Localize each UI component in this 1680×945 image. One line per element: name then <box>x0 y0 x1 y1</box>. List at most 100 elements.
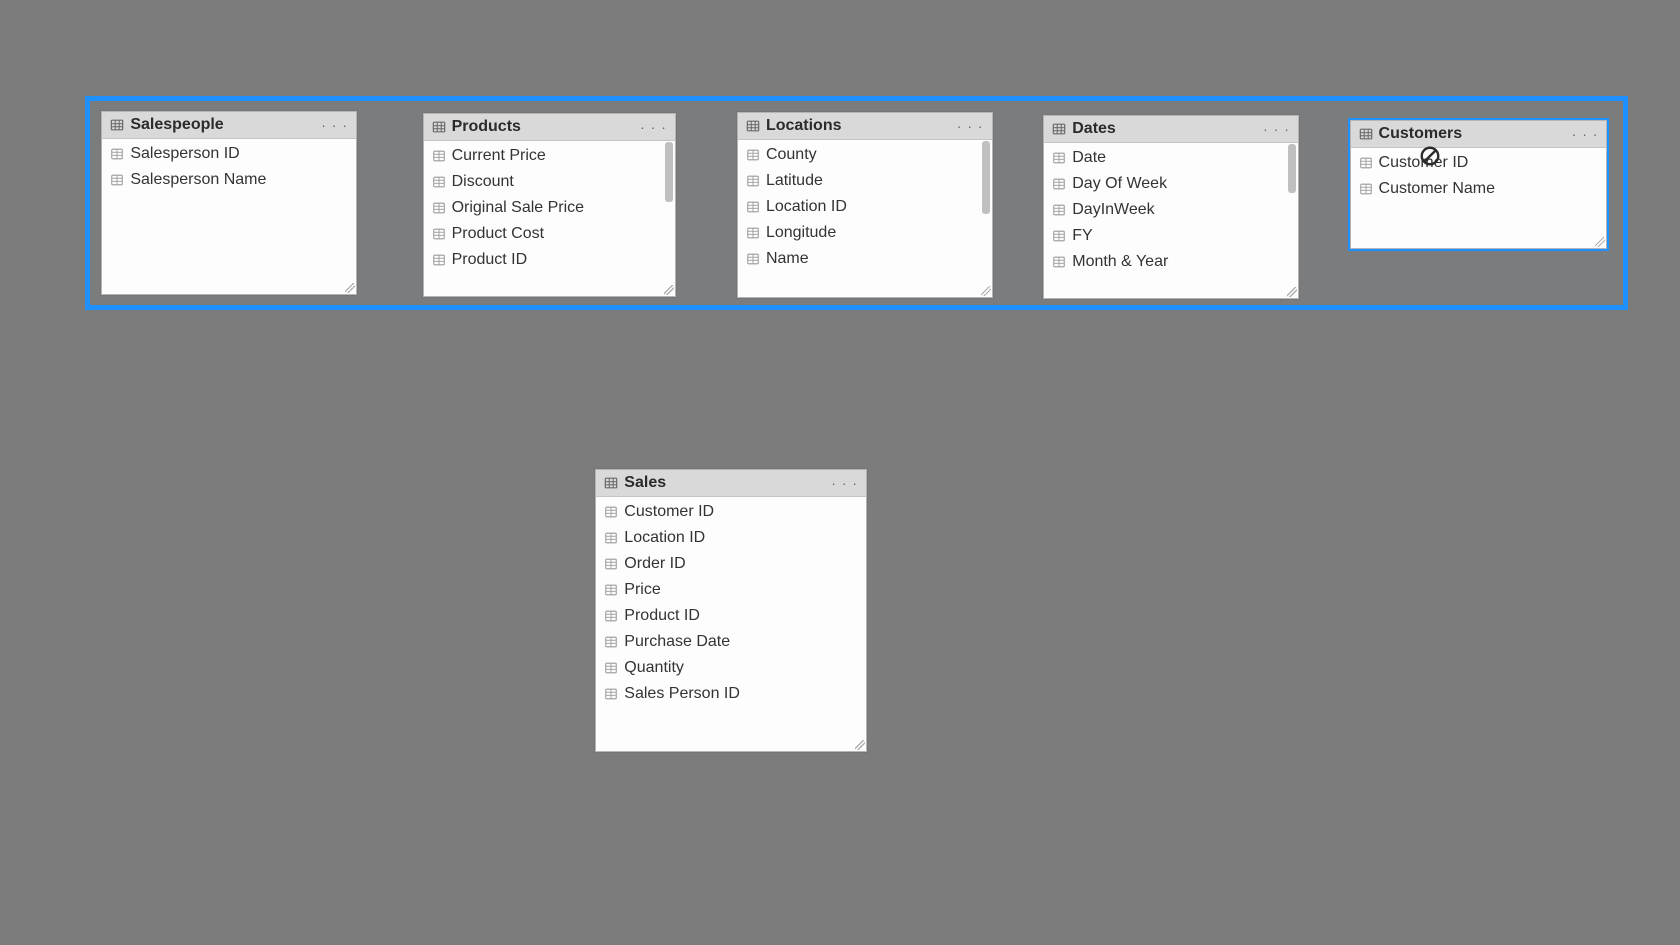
field-row[interactable]: Sales Person ID <box>596 681 866 707</box>
column-icon <box>432 201 446 215</box>
column-icon <box>110 147 124 161</box>
field-label: Date <box>1072 149 1106 167</box>
table-header[interactable]: Sales · · · <box>596 470 866 497</box>
table-title: Customers <box>1379 125 1564 143</box>
field-row[interactable]: Discount <box>424 169 675 195</box>
table-header[interactable]: Dates· · · <box>1044 116 1298 143</box>
field-label: Purchase Date <box>624 633 730 651</box>
fields-list[interactable]: County Latitude Location ID Longitude Name <box>738 140 992 298</box>
field-row[interactable]: Latitude <box>738 168 992 194</box>
field-row[interactable]: Product Cost <box>424 221 675 247</box>
field-row[interactable]: Date <box>1044 145 1298 171</box>
table-card-sales[interactable]: Sales · · · Customer ID Location ID Order ID… <box>595 469 867 752</box>
scrollbar[interactable] <box>665 142 673 292</box>
field-row[interactable]: Customer Name <box>1351 176 1607 202</box>
column-icon <box>1359 156 1373 170</box>
field-label: DayInWeek <box>1072 201 1154 219</box>
field-row[interactable]: Quantity <box>596 655 866 681</box>
model-canvas[interactable]: Salespeople· · ·Salesperson IDSalesperso… <box>0 0 1680 945</box>
column-icon <box>1052 203 1066 217</box>
field-label: Name <box>766 250 809 268</box>
field-row[interactable]: DayInWeek <box>1044 197 1298 223</box>
field-label: Sales Person ID <box>624 685 740 703</box>
field-label: Customer Name <box>1379 180 1495 198</box>
field-row[interactable]: Month & Year <box>1044 249 1298 275</box>
fields-list[interactable]: Customer ID Customer Name <box>1351 148 1607 248</box>
field-row[interactable]: Customer ID <box>1351 150 1607 176</box>
field-row[interactable]: County <box>738 142 992 168</box>
field-label: Latitude <box>766 172 823 190</box>
scrollbar-thumb[interactable] <box>665 142 673 202</box>
field-row[interactable]: Price <box>596 577 866 603</box>
scrollbar-thumb[interactable] <box>982 141 990 215</box>
field-row[interactable]: Location ID <box>738 194 992 220</box>
field-row[interactable]: Salesperson Name <box>102 167 356 193</box>
field-label: Longitude <box>766 224 836 242</box>
table-title: Products <box>452 118 633 136</box>
field-row[interactable]: Order ID <box>596 551 866 577</box>
column-icon <box>746 148 760 162</box>
field-row[interactable]: Salesperson ID <box>102 141 356 167</box>
column-icon <box>1052 177 1066 191</box>
more-options-icon[interactable]: · · · <box>829 476 860 490</box>
table-header[interactable]: Salespeople · · · <box>102 112 356 139</box>
field-label: Order ID <box>624 555 685 573</box>
field-label: Month & Year <box>1072 253 1168 271</box>
scrollbar[interactable] <box>982 141 990 294</box>
table-card-dates[interactable]: Dates· · · Date Day Of Week DayInWeek FY Mont… <box>1043 115 1299 299</box>
more-options-icon[interactable]: · · · <box>955 119 986 133</box>
field-row[interactable]: Purchase Date <box>596 629 866 655</box>
table-card-locations[interactable]: Locations· · · County Latitude Location ID L… <box>737 112 993 299</box>
table-header[interactable]: Products · · · <box>424 114 675 141</box>
table-title: Sales <box>624 474 823 492</box>
table-header[interactable]: Customers · · · <box>1351 121 1607 148</box>
scrollbar-thumb[interactable] <box>1288 144 1296 192</box>
column-icon <box>604 531 618 545</box>
fields-list[interactable]: Current Price DiscountOriginal Sale Price… <box>424 141 675 296</box>
field-row[interactable]: Product ID <box>424 247 675 273</box>
field-row[interactable]: Name <box>738 246 992 272</box>
column-icon <box>432 175 446 189</box>
table-icon <box>110 118 124 132</box>
field-row[interactable]: Current Price <box>424 143 675 169</box>
field-row[interactable]: Day Of Week <box>1044 171 1298 197</box>
field-row[interactable]: FY <box>1044 223 1298 249</box>
field-label: Price <box>624 581 660 599</box>
field-label: Location ID <box>624 529 705 547</box>
field-label: Product ID <box>624 607 700 625</box>
field-label: Current Price <box>452 147 546 165</box>
field-row[interactable]: Customer ID <box>596 499 866 525</box>
column-icon <box>746 200 760 214</box>
field-row[interactable]: Longitude <box>738 220 992 246</box>
field-label: County <box>766 146 817 164</box>
fields-list[interactable]: Date Day Of Week DayInWeek FY Month & Year <box>1044 143 1298 298</box>
table-icon <box>746 119 760 133</box>
table-title: Salespeople <box>130 116 313 134</box>
more-options-icon[interactable]: · · · <box>638 120 669 134</box>
field-row[interactable]: Original Sale Price <box>424 195 675 221</box>
column-icon <box>604 635 618 649</box>
field-label: Customer ID <box>624 503 714 521</box>
scrollbar[interactable] <box>1288 144 1296 294</box>
table-card-customers[interactable]: Customers · · · Customer ID Customer Name <box>1350 120 1608 249</box>
table-icon <box>604 476 618 490</box>
more-options-icon[interactable]: · · · <box>319 118 350 132</box>
field-label: Product ID <box>452 251 528 269</box>
table-header[interactable]: Locations· · · <box>738 113 992 140</box>
table-card-products[interactable]: Products · · · Current Price DiscountOrigin… <box>423 113 676 297</box>
table-icon <box>1052 122 1066 136</box>
field-label: Location ID <box>766 198 847 216</box>
field-label: Customer ID <box>1379 154 1469 172</box>
column-icon <box>604 609 618 623</box>
field-row[interactable]: Product ID <box>596 603 866 629</box>
more-options-icon[interactable]: · · · <box>1570 127 1601 141</box>
column-icon <box>1052 151 1066 165</box>
column-icon <box>746 226 760 240</box>
table-card-salespeople[interactable]: Salespeople· · ·Salesperson IDSalesperso… <box>101 111 357 295</box>
fields-list[interactable]: Salesperson ID Salesperson Name <box>102 139 356 294</box>
more-options-icon[interactable]: · · · <box>1261 122 1292 136</box>
field-row[interactable]: Location ID <box>596 525 866 551</box>
field-label: Salesperson ID <box>130 145 239 163</box>
column-icon <box>604 661 618 675</box>
fields-list[interactable]: Customer ID Location ID Order ID Price Produ… <box>596 497 866 751</box>
